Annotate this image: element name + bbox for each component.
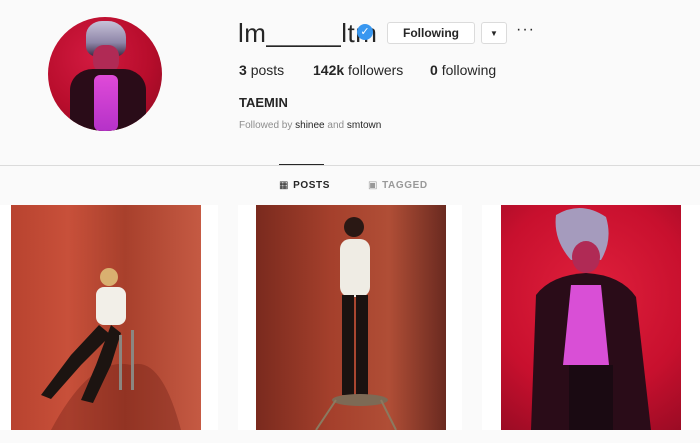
posts-count-stat: 3 posts — [239, 62, 285, 78]
tab-tagged[interactable]: ▣ TAGGED — [368, 180, 428, 191]
tagged-icon: ▣ — [368, 180, 379, 191]
tab-posts[interactable]: ▦ POSTS — [279, 180, 330, 191]
followed-by-user-link[interactable]: shinee — [295, 120, 324, 131]
following-button[interactable]: Following — [387, 22, 475, 44]
followed-by-text: Followed by shinee and smtown — [239, 120, 382, 131]
tabs-divider — [0, 165, 700, 166]
post-thumbnail[interactable] — [482, 205, 700, 430]
more-options-icon[interactable]: ··· — [516, 22, 534, 42]
post-thumbnail[interactable] — [238, 205, 462, 430]
suggestions-dropdown-button[interactable]: ▼ — [481, 22, 507, 44]
profile-avatar[interactable] — [48, 17, 162, 131]
followed-by-user-link[interactable]: smtown — [347, 120, 381, 131]
chevron-down-icon: ▼ — [490, 28, 498, 38]
post-photo-image — [315, 217, 397, 430]
active-tab-indicator — [279, 164, 324, 165]
post-photo-image — [41, 268, 181, 430]
profile-fullname: TAEMIN — [239, 95, 288, 110]
grid-icon: ▦ — [279, 180, 290, 191]
followers-count-stat[interactable]: 142k followers — [313, 62, 403, 78]
following-count-stat[interactable]: 0 following — [430, 62, 496, 78]
post-thumbnail[interactable] — [0, 205, 218, 430]
verified-badge-icon: ✓ — [357, 24, 373, 40]
post-photo-image — [531, 207, 651, 430]
